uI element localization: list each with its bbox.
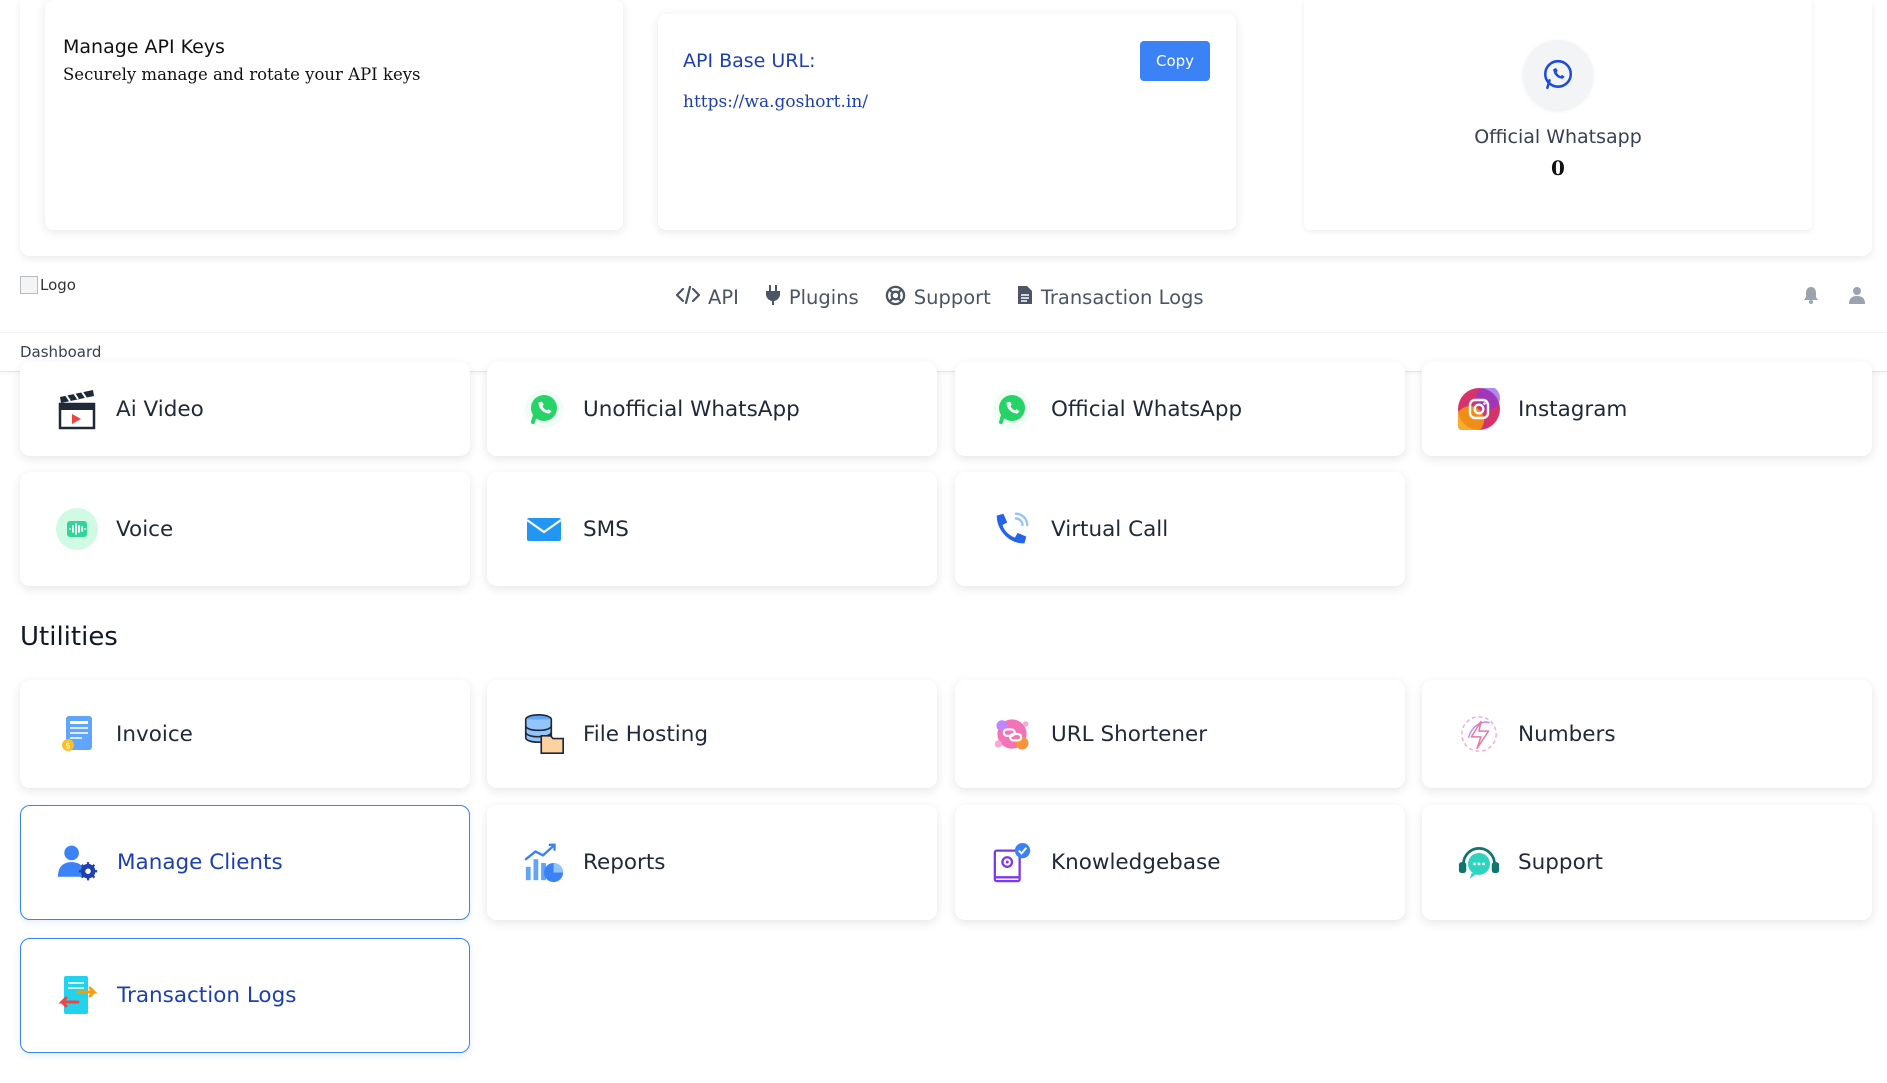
nav-link-label: API — [708, 286, 739, 309]
tile-label: Unofficial WhatsApp — [583, 396, 800, 422]
tile-label: Invoice — [116, 721, 193, 747]
tile-label: Instagram — [1518, 396, 1628, 422]
manage-api-keys-card[interactable]: Manage API Keys Securely manage and rota… — [45, 0, 623, 230]
tile-label: Ai Video — [116, 396, 204, 422]
utility-tile-invoice[interactable]: $ Invoice — [20, 680, 470, 788]
service-tile-official-whatsapp[interactable]: Official WhatsApp — [955, 362, 1405, 456]
lifebuoy-icon — [885, 285, 906, 311]
logo-alt-text: Logo — [40, 276, 76, 294]
service-tile-instagram[interactable]: Instagram — [1422, 362, 1872, 456]
nav-link-label: Plugins — [788, 286, 859, 309]
logo[interactable]: Logo — [20, 276, 76, 294]
tile-label: URL Shortener — [1051, 721, 1208, 747]
utility-tile-manage-clients[interactable]: Manage Clients — [20, 805, 470, 920]
tile-label: Virtual Call — [1051, 516, 1169, 542]
tile-label: Numbers — [1518, 721, 1616, 747]
service-tile-voice[interactable]: Voice — [20, 472, 470, 586]
nav-link-api[interactable]: API — [675, 284, 739, 311]
whatsapp-icon — [1523, 40, 1593, 110]
svg-text:$: $ — [65, 742, 71, 752]
breadcrumb[interactable]: Dashboard — [20, 343, 101, 361]
official-whatsapp-card[interactable]: Official Whatsapp 0 — [1304, 0, 1812, 230]
utility-tile-url-shortener[interactable]: URL Shortener — [955, 680, 1405, 788]
nav-link-label: Support — [913, 286, 991, 309]
api-base-url-card: API Base URL: https://wa.goshort.in/ Cop… — [658, 14, 1236, 230]
api-base-url-value: https://wa.goshort.in/ — [683, 92, 868, 112]
file-icon — [1017, 285, 1033, 310]
utility-tile-transaction-logs[interactable]: Transaction Logs — [20, 938, 470, 1053]
invoice-icon: $ — [56, 713, 98, 755]
utility-tile-knowledgebase[interactable]: Knowledgebase — [955, 805, 1405, 920]
service-tile-virtual-call[interactable]: Virtual Call — [955, 472, 1405, 586]
broken-image-icon — [20, 276, 38, 294]
tile-label: Manage Clients — [117, 850, 283, 875]
service-tile-unofficial-whatsapp[interactable]: Unofficial WhatsApp — [487, 362, 937, 456]
copy-button[interactable]: Copy — [1140, 41, 1210, 81]
user-icon[interactable] — [1849, 286, 1865, 308]
navbar-right-actions — [1803, 286, 1865, 308]
headset-chat-icon — [1458, 842, 1500, 884]
nav-link-label: Transaction Logs — [1040, 286, 1204, 309]
api-keys-subtitle: Securely manage and rotate your API keys — [63, 65, 421, 84]
whatsapp-card-count: 0 — [1551, 156, 1565, 180]
link-splash-icon — [991, 713, 1033, 755]
tile-label: Transaction Logs — [117, 983, 297, 1008]
code-icon — [675, 285, 701, 310]
transaction-doc-icon — [57, 975, 99, 1017]
tile-label: Knowledgebase — [1051, 850, 1221, 875]
nav-link-transaction-logs[interactable]: Transaction Logs — [1017, 284, 1204, 311]
instagram-icon — [1458, 388, 1500, 430]
top-cards-section: Manage API Keys Securely manage and rota… — [20, 0, 1872, 256]
tile-label: File Hosting — [583, 721, 709, 747]
whatsapp-icon — [991, 388, 1033, 430]
tile-label: Reports — [583, 850, 666, 875]
utility-tile-reports[interactable]: Reports — [487, 805, 937, 920]
tile-label: Support — [1518, 850, 1603, 875]
tile-label: SMS — [583, 516, 629, 542]
envelope-icon — [523, 508, 565, 550]
phone-call-icon — [991, 508, 1033, 550]
tile-label: Official WhatsApp — [1051, 396, 1243, 422]
utility-tile-support[interactable]: Support — [1422, 805, 1872, 920]
api-keys-title: Manage API Keys — [63, 36, 225, 58]
utility-tile-numbers[interactable]: Numbers — [1422, 680, 1872, 788]
nav-link-plugins[interactable]: Plugins — [765, 284, 859, 311]
whatsapp-icon — [523, 388, 565, 430]
service-tile-sms[interactable]: SMS — [487, 472, 937, 586]
clapperboard-icon — [56, 388, 98, 430]
tile-label: Voice — [116, 516, 174, 542]
nav-links: API Plugins Support Transaction Logs — [675, 284, 1204, 311]
chart-icon — [523, 842, 565, 884]
service-tile-ai-video[interactable]: Ai Video — [20, 362, 470, 456]
top-navbar: Logo API Plugins Support Transaction Log… — [0, 262, 1887, 332]
numbers-icon — [1458, 713, 1500, 755]
utilities-heading: Utilities — [20, 622, 118, 652]
bell-icon[interactable] — [1803, 286, 1819, 308]
whatsapp-card-name: Official Whatsapp — [1474, 126, 1642, 148]
database-folder-icon — [523, 713, 565, 755]
voice-wave-icon — [56, 508, 98, 550]
plug-icon — [765, 284, 781, 311]
user-gear-icon — [57, 842, 99, 884]
api-base-url-label: API Base URL: — [683, 50, 816, 72]
utility-tile-file-hosting[interactable]: File Hosting — [487, 680, 937, 788]
book-gear-icon — [991, 842, 1033, 884]
nav-link-support[interactable]: Support — [885, 284, 991, 311]
